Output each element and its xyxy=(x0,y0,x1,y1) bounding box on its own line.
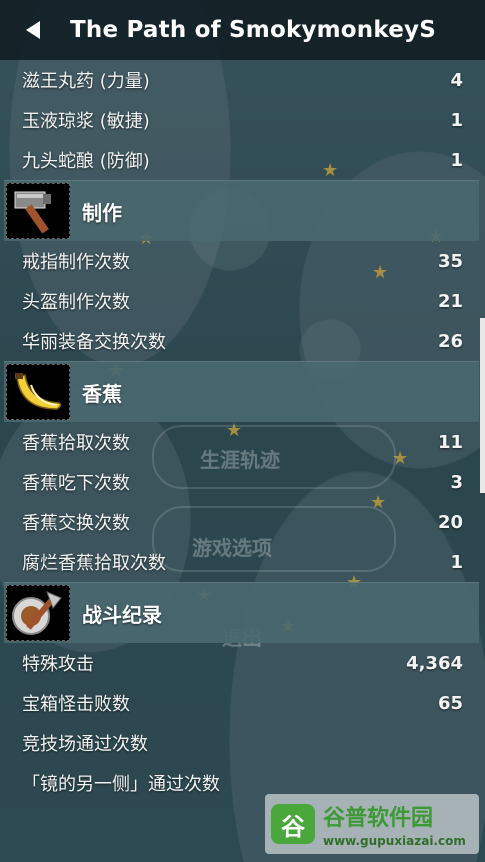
stat-row: 华丽装备交换次数 26 xyxy=(0,321,485,361)
watermark-logo: 谷 xyxy=(271,804,315,844)
stat-label: 特殊攻击 xyxy=(22,654,94,675)
stat-label: 宝箱怪击败数 xyxy=(22,694,130,715)
section-header-banana: 香蕉 xyxy=(4,361,479,422)
stat-row: 九头蛇酿 (防御) 1 xyxy=(0,140,485,180)
stat-label: 九头蛇酿 (防御) xyxy=(22,151,150,172)
stat-row: 腐烂香蕉拾取次数 1 xyxy=(0,542,485,582)
stat-label: 玉液琼浆 (敏捷) xyxy=(22,111,150,132)
section-header-crafting: 制作 xyxy=(4,180,479,241)
stat-value: 65 xyxy=(437,692,463,714)
stat-row: 竞技场通过次数 xyxy=(0,723,485,763)
stats-list[interactable]: 滋王丸药 (力量) 4 玉液琼浆 (敏捷) 1 九头蛇酿 (防御) 1 制作 戒… xyxy=(0,60,485,803)
stat-label: 腐烂香蕉拾取次数 xyxy=(22,553,166,574)
stat-value: 4 xyxy=(450,69,463,91)
stat-row: 香蕉吃下次数 3 xyxy=(0,462,485,502)
stat-row: 玉液琼浆 (敏捷) 1 xyxy=(0,100,485,140)
stat-row: 戒指制作次数 35 xyxy=(0,241,485,281)
title-bar: The Path of SmokymonkeyS xyxy=(0,0,485,60)
stat-label: 香蕉吃下次数 xyxy=(22,473,130,494)
stat-value: 1 xyxy=(450,149,463,171)
stat-value: 20 xyxy=(437,511,463,533)
watermark: 谷 谷普软件园 www.gupuxiazai.com xyxy=(265,794,479,854)
stat-label: 香蕉交换次数 xyxy=(22,513,130,534)
section-header-battle: 战斗纪录 xyxy=(4,582,479,643)
stat-row: 滋王丸药 (力量) 4 xyxy=(0,60,485,100)
watermark-name: 谷普软件园 xyxy=(323,806,434,831)
scrollbar[interactable] xyxy=(480,318,485,493)
stat-value: 1 xyxy=(450,109,463,131)
stat-label: 头盔制作次数 xyxy=(22,292,130,313)
stat-value: 26 xyxy=(437,330,463,352)
stat-label: 「镜的另一侧」通过次数 xyxy=(22,774,220,795)
stat-value: 4,364 xyxy=(406,652,463,674)
stat-row: 香蕉拾取次数 11 xyxy=(0,422,485,462)
stat-row: 特殊攻击 4,364 xyxy=(0,643,485,683)
back-arrow-icon[interactable] xyxy=(26,21,40,39)
stat-row: 宝箱怪击败数 65 xyxy=(0,683,485,723)
section-title: 战斗纪录 xyxy=(82,602,162,627)
stat-value: 11 xyxy=(437,431,463,453)
stat-label: 香蕉拾取次数 xyxy=(22,433,130,454)
stat-value: 1 xyxy=(450,551,463,573)
section-title: 香蕉 xyxy=(82,381,122,406)
stat-row: 头盔制作次数 21 xyxy=(0,281,485,321)
watermark-url: www.gupuxiazai.com xyxy=(323,834,466,848)
stat-value: 35 xyxy=(437,250,463,272)
page-title: The Path of SmokymonkeyS xyxy=(70,17,437,43)
banana-icon xyxy=(6,364,70,420)
stat-value: 21 xyxy=(437,290,463,312)
hammer-icon xyxy=(6,183,70,239)
section-title: 制作 xyxy=(82,200,122,225)
stat-row: 香蕉交换次数 20 xyxy=(0,502,485,542)
battle-axe-icon xyxy=(6,585,70,641)
stat-label: 竞技场通过次数 xyxy=(22,734,148,755)
stat-value: 3 xyxy=(450,471,463,493)
stat-label: 戒指制作次数 xyxy=(22,252,130,273)
stat-label: 滋王丸药 (力量) xyxy=(22,71,150,92)
stat-label: 华丽装备交换次数 xyxy=(22,332,166,353)
